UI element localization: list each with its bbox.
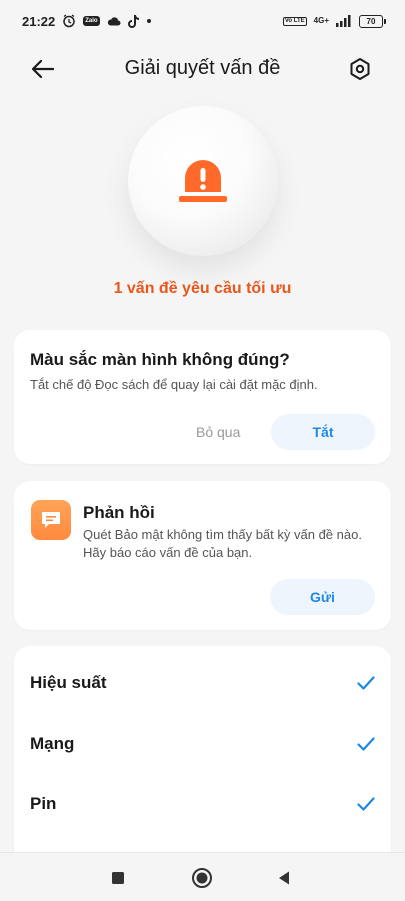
network-type: 4G+	[313, 16, 329, 25]
navigation-bar	[0, 852, 405, 901]
page-title: Giải quyết vấn đề	[124, 56, 281, 79]
skip-button[interactable]: Bỏ qua	[196, 424, 240, 440]
signal-icon	[336, 15, 352, 27]
back-icon	[279, 871, 289, 885]
home-icon	[192, 868, 212, 888]
issue-description: Tắt chế độ Đọc sách để quay lại cài đặt …	[30, 377, 318, 392]
recent-apps-button[interactable]	[107, 867, 129, 889]
alarm-icon	[62, 14, 76, 28]
checkmark-icon	[357, 676, 375, 690]
check-label: Pin	[30, 794, 57, 813]
arrow-left-icon	[31, 59, 55, 79]
checkmark-icon	[357, 737, 375, 751]
volte-icon: Vo LTE	[282, 16, 307, 26]
check-row-network[interactable]: Mạng	[30, 729, 375, 759]
issue-card: Màu sắc màn hình không đúng? Tắt chế độ …	[14, 330, 391, 464]
recent-apps-icon	[112, 872, 124, 884]
zalo-icon: Zalo	[83, 16, 100, 26]
back-button[interactable]	[28, 54, 58, 84]
turn-off-button[interactable]: Tắt	[271, 414, 375, 450]
check-row-battery[interactable]: Pin	[30, 789, 375, 819]
feedback-title: Phản hồi	[83, 503, 155, 522]
check-label: Mạng	[30, 734, 75, 753]
hero-status-graphic	[128, 106, 278, 256]
status-bar: 21:22 Zalo Vo LTE 4G+ 70	[0, 0, 405, 42]
battery-icon: 70	[359, 14, 386, 28]
checks-card: Hiệu suất Mạng Pin	[14, 646, 391, 866]
header: Giải quyết vấn đề	[0, 42, 405, 94]
nav-back-button[interactable]	[273, 867, 295, 889]
status-left: 21:22 Zalo	[22, 14, 152, 29]
dot-icon	[146, 18, 152, 24]
status-time: 21:22	[22, 13, 56, 29]
send-button[interactable]: Gửi	[270, 579, 375, 615]
issue-summary: 1 vấn đề yêu cầu tối ưu	[113, 280, 292, 297]
alarm-light-icon	[179, 160, 227, 202]
feedback-description: Quét Bảo mật không tìm thấy bất kỳ vấn đ…	[83, 527, 362, 560]
checkmark-icon	[357, 797, 375, 811]
hexagon-settings-icon	[350, 58, 370, 80]
tiktok-icon	[127, 14, 139, 28]
issue-title: Màu sắc màn hình không đúng?	[30, 350, 290, 369]
feedback-card: Phản hồi Quét Bảo mật không tìm thấy bất…	[14, 481, 391, 630]
settings-button[interactable]	[345, 54, 375, 84]
check-label: Hiệu suất	[30, 673, 107, 692]
cloud-icon	[107, 16, 121, 26]
status-right: Vo LTE 4G+ 70	[282, 14, 386, 28]
chat-bubble-icon	[31, 500, 71, 540]
check-row-performance[interactable]: Hiệu suất	[30, 668, 375, 698]
home-button[interactable]	[191, 867, 213, 889]
